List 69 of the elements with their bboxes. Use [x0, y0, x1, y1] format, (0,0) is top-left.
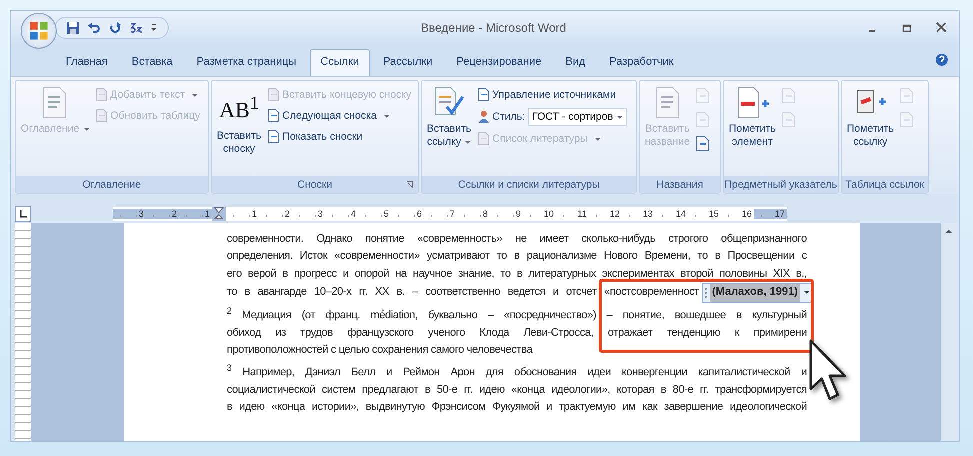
group-label: Таблица ссылок — [846, 178, 924, 190]
page-icon — [96, 88, 108, 102]
save-icon[interactable] — [66, 20, 80, 34]
squiggle-icon[interactable] — [129, 20, 143, 34]
citation-dropdown[interactable] — [802, 291, 812, 294]
ribbon-button[interactable]: AB$^{1}$ Вставить сноску — [215, 85, 264, 172]
document-text: социалистической систем предлагают в 50-е гг. идею «конца идеологии», которая в 80-е гг. трансформируется — [227, 382, 807, 398]
indent-marker-icon[interactable] — [214, 207, 224, 221]
ruler-number: 3 — [113, 209, 146, 219]
page-icon — [268, 130, 280, 144]
restore-icon[interactable] — [902, 22, 912, 32]
document-text: определения. Исток «современности» усматривают то в рационализме Нового Времени, то в Просвещении с — [227, 249, 807, 264]
citation-text: (Малахов, 1991) — [710, 284, 800, 302]
citation-control[interactable]: (Малахов, 1991) — [702, 283, 814, 303]
help-icon[interactable] — [935, 53, 949, 67]
launcher-icon[interactable] — [406, 180, 414, 188]
page-icon — [654, 87, 682, 119]
ribbon-button[interactable]: Управление источниками — [478, 87, 628, 103]
ribbon-tab[interactable]: Вставка — [120, 49, 184, 76]
ribbon-tab[interactable]: Рассылки — [372, 49, 444, 76]
page-icon — [268, 109, 280, 123]
page-plus-icon — [736, 87, 770, 119]
document-text: в идею «конца истории», выдвинутую Фрэнсисом Фукуямой и трактуемую им как завершение идеологической — [227, 400, 807, 415]
document-text: противоположностей с целью сохранения самого человечества — [227, 343, 534, 358]
page-icon — [478, 132, 490, 146]
ribbon-tab[interactable]: Разработчик — [598, 49, 685, 76]
logo-icon — [28, 20, 50, 42]
ribbon-button[interactable]: Пометить ссылку — [845, 85, 896, 172]
group-label: Сноски — [298, 178, 332, 190]
ruler-number: 2 — [146, 209, 179, 219]
ribbon-tab[interactable]: Ссылки — [310, 49, 370, 76]
ribbon-tab[interactable]: Разметка страницы — [186, 49, 308, 76]
footnote-glyph: AB$^{1}$ — [219, 92, 260, 124]
ribbon-tab[interactable]: Рецензирование — [446, 49, 553, 76]
group-label: Предметный указатель — [724, 178, 838, 190]
page-icon — [268, 88, 280, 102]
tab-selector[interactable] — [15, 206, 31, 222]
ribbon-button[interactable]: Показать сноски — [268, 129, 412, 145]
people-icon — [478, 110, 490, 124]
page-icon[interactable] — [696, 136, 710, 152]
redo-icon[interactable] — [108, 20, 122, 34]
document-text: современности. Однако понятие «современность» не имеет сколько-нибудь строгого общепризнанного — [227, 232, 807, 247]
handle-icon[interactable] — [704, 286, 708, 299]
ribbon-button[interactable]: Вставить ссылку — [425, 85, 474, 172]
ribbon-button[interactable]: Следующая сноска — [268, 108, 412, 124]
scrollbar[interactable] — [940, 223, 957, 441]
document-text: то в авангарде 10–20-х гг. XX в. – соответственно ведется и отсчет «постсовременност — [227, 285, 700, 300]
scroll-up-icon[interactable] — [945, 229, 953, 234]
close-icon[interactable] — [936, 22, 947, 33]
page-icon — [478, 88, 490, 102]
ribbon-tab[interactable]: Вид — [554, 49, 597, 76]
document-text: $^{3}$ Например, Дэниэл Белл и Реймон Арон для обоснования идеи конвергенции капиталистической и — [227, 362, 807, 380]
group-label: Оглавление — [82, 178, 142, 190]
ribbon-tab[interactable]: Главная — [55, 49, 119, 76]
page-icon — [96, 109, 108, 123]
style-select[interactable]: ГОСТ - сортиров — [528, 108, 628, 126]
undo-icon[interactable] — [87, 20, 101, 34]
page-icon — [41, 87, 70, 119]
document-text: его верой в прогресс и опорой на научное знание, то в литературных экспериментах второй половины XIX в., — [227, 266, 807, 282]
ribbon-button[interactable]: Пометить элемент — [727, 85, 778, 172]
document-text: обиход из трудов французского ученого Клода Леви-Стросса, отражает тенденцию к примирени — [227, 326, 807, 341]
ruler-number: 1 — [179, 209, 212, 219]
style-label: Стиль: — [492, 111, 526, 123]
window-title: Введение - Microsoft Word — [421, 20, 566, 34]
ruler-number: 17 — [754, 209, 787, 219]
group-label: Названия — [656, 178, 704, 190]
document-text: $^{2}$ Медиация (от франц. médiation, буквально – «посредничество») – понятие, вошедшее в культурный — [227, 304, 807, 324]
corner-icon — [18, 209, 28, 219]
group-label: Ссылки и списки литературы — [458, 178, 600, 190]
